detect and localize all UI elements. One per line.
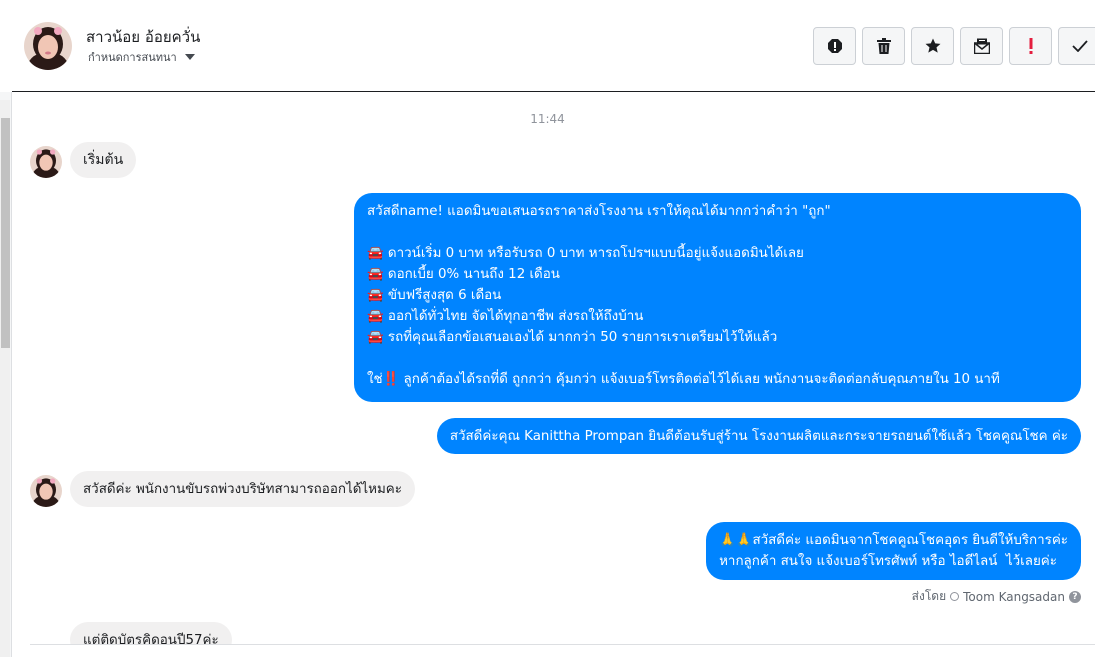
chevron-down-icon xyxy=(184,54,195,60)
check-icon xyxy=(1071,40,1088,52)
scrollbar-thumb[interactable] xyxy=(1,118,10,348)
sender-avatar[interactable] xyxy=(30,475,62,507)
star-button[interactable] xyxy=(911,27,954,65)
help-icon[interactable]: ? xyxy=(1069,590,1081,603)
star-icon xyxy=(925,38,940,53)
mark-unread-button[interactable] xyxy=(960,27,1003,65)
assign-conversation-dropdown[interactable]: กำหนดการสนทนา xyxy=(88,48,195,66)
conversation-timestamp: 11:44 xyxy=(530,112,565,126)
trash-icon xyxy=(876,38,891,54)
header-toolbar xyxy=(813,27,1095,65)
composer-divider xyxy=(30,644,1095,645)
sender-avatar[interactable] xyxy=(30,146,62,178)
report-button[interactable] xyxy=(813,27,856,65)
conversation-header: สาวน้อย อ้อยควั่น กำหนดการสนทนา xyxy=(12,0,1095,92)
message-bubble-outgoing[interactable]: 🙏🙏สวัสดีค่ะ แอดมินจากโชคคูณโชคอุดร ยินดี… xyxy=(706,522,1081,580)
message-bubble-outgoing[interactable]: สวัสดีname! แอดมินขอเสนอรถราคาส่งโรงงาน … xyxy=(354,193,1081,402)
message-bubble-incoming[interactable]: สวัสดีค่ะ พนักงานขับรถพ่วงบริษัทสามารถออ… xyxy=(70,471,415,507)
delete-button[interactable] xyxy=(862,27,905,65)
agent-status-icon xyxy=(950,592,960,601)
sent-by-label: ส่งโดย xyxy=(911,589,947,603)
message-bubble-outgoing[interactable]: สวัสดีค่ะคุณ Kanittha Prompan ยินดีต้อนร… xyxy=(436,418,1081,454)
contact-name[interactable]: สาวน้อย อ้อยควั่น xyxy=(86,25,200,49)
composer-area xyxy=(12,645,1095,657)
report-icon xyxy=(827,39,842,53)
contact-avatar[interactable] xyxy=(24,22,72,70)
sent-by-agent-name: Toom Kangsadan xyxy=(963,589,1065,604)
mark-important-button[interactable] xyxy=(1009,27,1052,65)
message-bubble-incoming[interactable]: เริ่มต้น xyxy=(70,142,137,178)
assign-label: กำหนดการสนทนา xyxy=(88,51,177,64)
left-panel-top xyxy=(0,0,12,92)
sent-by-info: ส่งโดย Toom Kangsadan ? xyxy=(912,587,1081,606)
important-icon xyxy=(1029,38,1032,54)
mark-unread-icon xyxy=(973,38,990,54)
mark-done-button[interactable] xyxy=(1058,27,1095,65)
